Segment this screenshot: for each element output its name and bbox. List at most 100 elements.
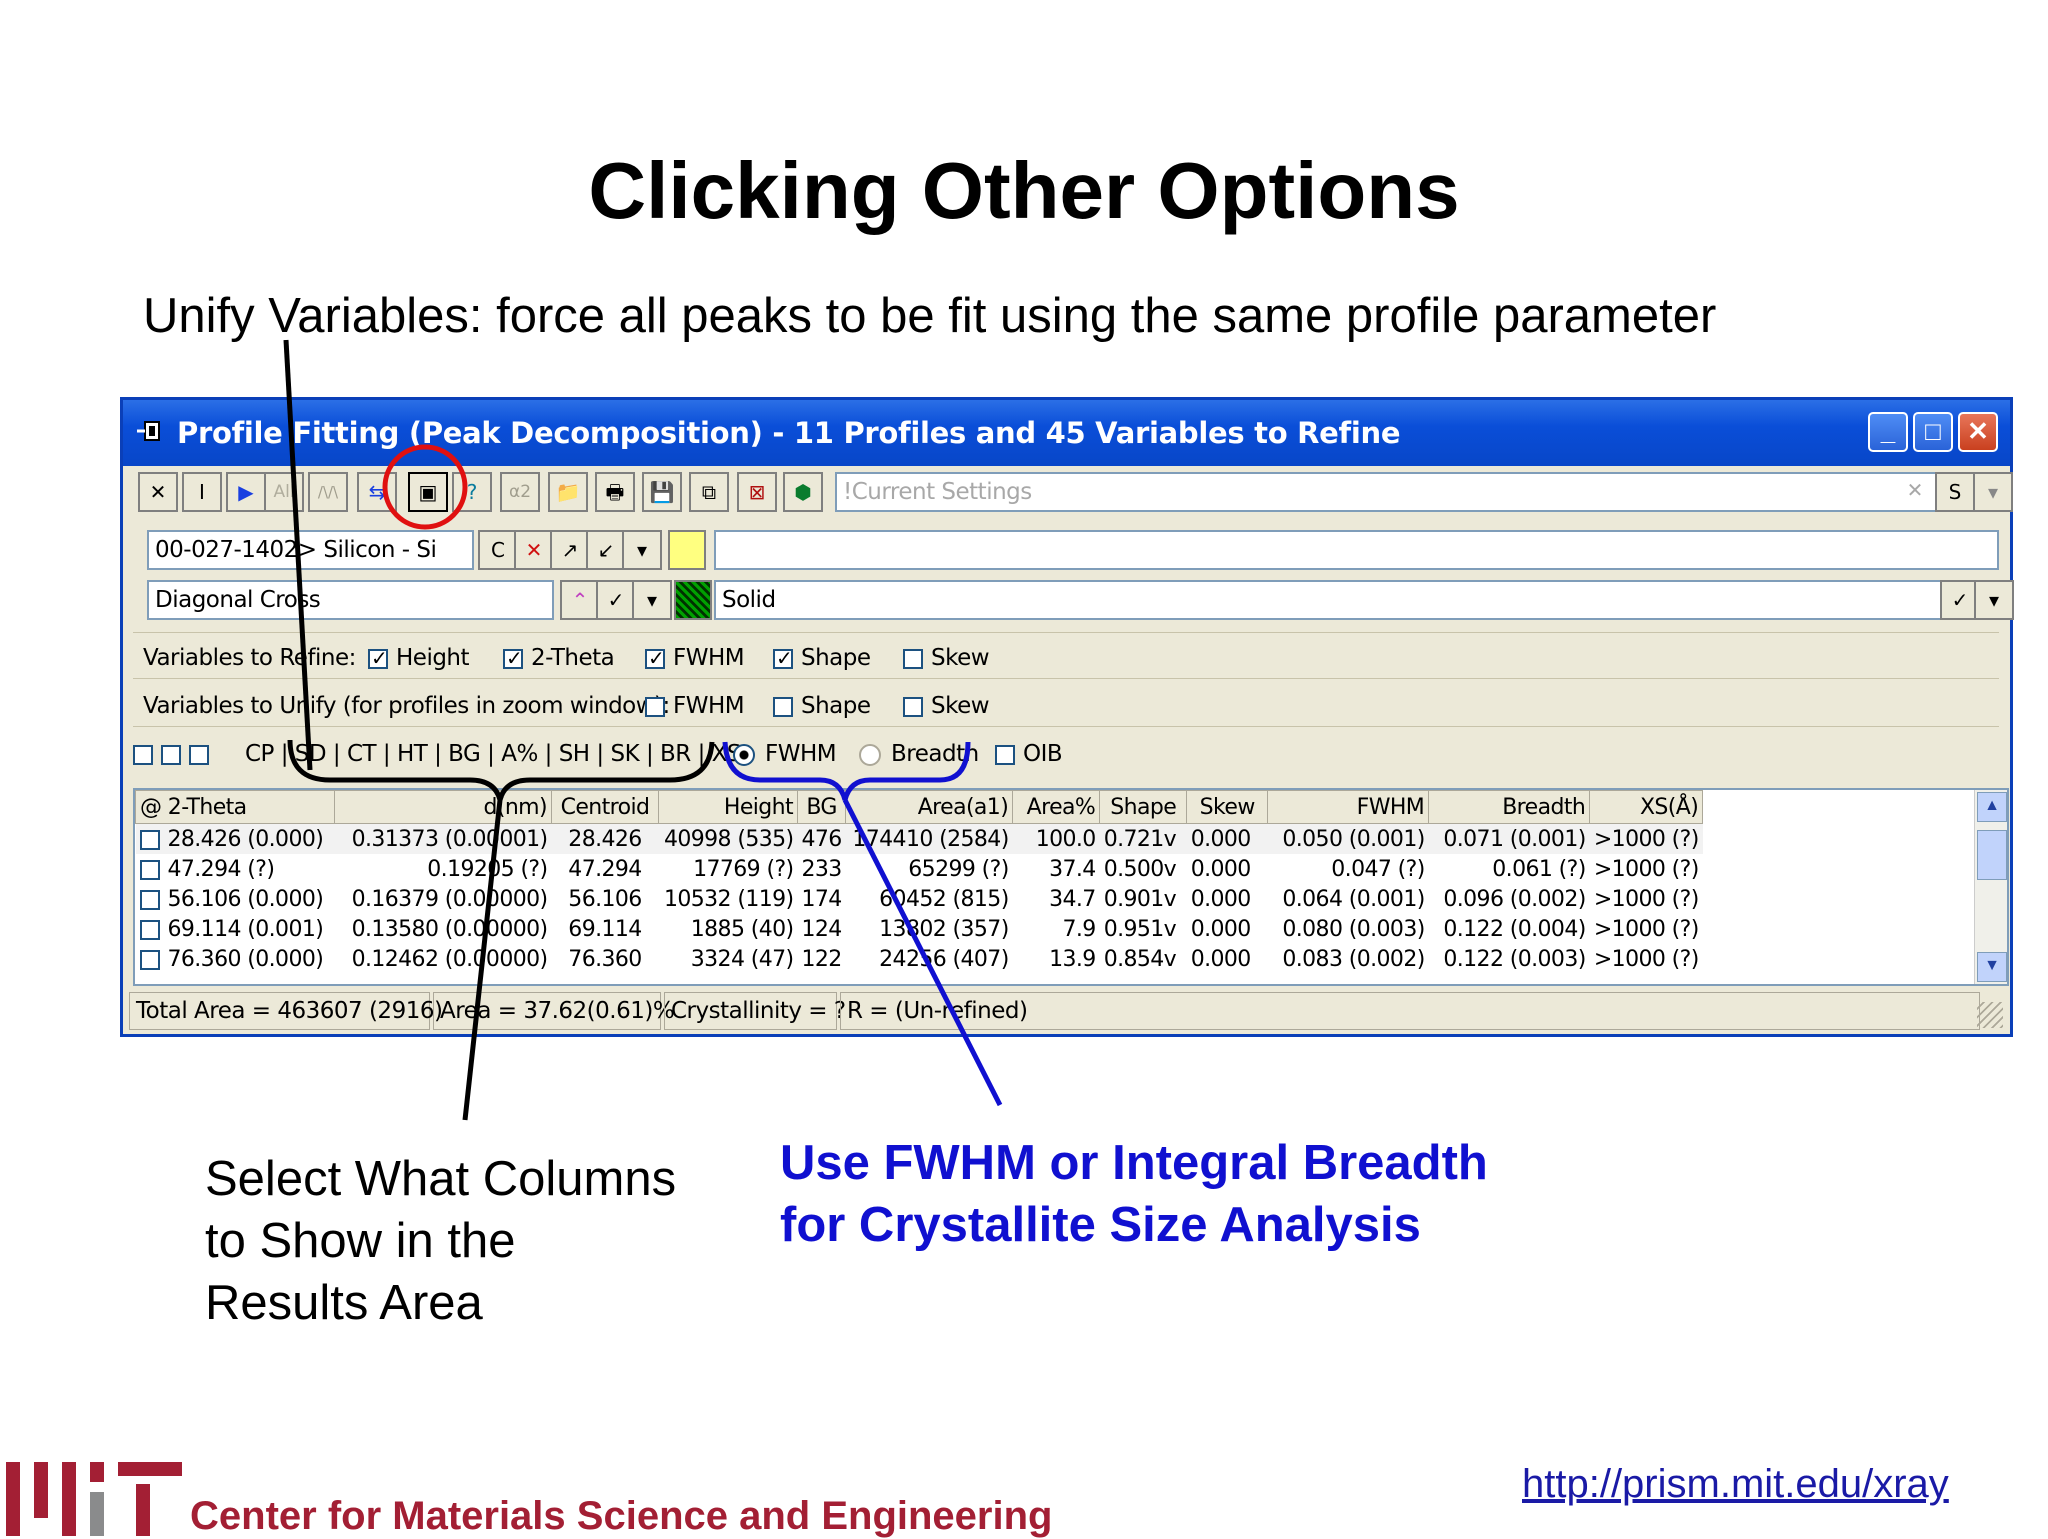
scroll-down-icon[interactable]: ▼ [1977,952,2007,982]
col-xs-header[interactable]: XS(Å) [1589,790,1704,824]
settings-input[interactable]: !Current Settings [835,472,1950,512]
row-checkbox[interactable] [139,859,160,880]
refine-shape[interactable]: Shape [773,645,871,671]
oib-checkbox[interactable] [995,744,1015,765]
clear-button[interactable]: ✕ [138,472,178,512]
col-fwhm-header[interactable]: FWHM [1267,790,1430,824]
phase-select[interactable]: 00-027-1402> Silicon - Si [147,530,474,570]
settings-clear-icon[interactable]: ✕ [1895,472,1935,512]
refine-fwhm[interactable]: FWHM [645,645,745,671]
unify-fwhm[interactable]: FWHM [645,693,745,719]
table-cell: >1000 (?) [1593,946,1699,972]
column-toggles[interactable] [133,741,217,767]
results-scrollbar[interactable]: ▲ ▼ [1974,790,2007,984]
refine-shape-checkbox[interactable] [773,646,793,670]
play-icon[interactable]: ▶ [226,472,266,512]
phase-info-field[interactable] [714,530,1999,570]
unify-shape[interactable]: Shape [773,693,871,719]
row-checkbox[interactable] [139,949,160,970]
status-total-area: Total Area = 463607 (2916) [129,992,443,1030]
row-checkbox[interactable] [139,829,160,850]
refine-skew[interactable]: Skew [903,645,990,671]
refine-skew-checkbox[interactable] [903,648,923,669]
unify-skew-checkbox[interactable] [903,696,923,717]
settings-dropdown[interactable]: ▾ [1973,472,2013,512]
pattern-swatch[interactable] [674,580,712,620]
table-cell: 47.294 (?) [136,854,335,884]
radio-unselected-icon[interactable] [859,743,881,766]
unify-skew[interactable]: Skew [903,693,990,719]
pattern-select[interactable]: Diagonal Cross [147,580,554,620]
resize-grip-icon[interactable] [1977,1002,2003,1028]
save-icon[interactable]: 💾 [642,472,682,512]
swap-icon[interactable]: ⇆ [357,472,397,512]
settings-save-button[interactable]: S [1935,472,1975,512]
line-style-select[interactable]: Solid [714,580,1944,620]
line-dropdown[interactable]: ▾ [1974,580,2014,620]
minimize-button[interactable]: _ [1868,412,1908,452]
column-toggle-3[interactable] [189,744,209,765]
column-options-icon[interactable]: ▣ [408,472,448,512]
col-centroid-header[interactable]: Centroid [551,790,659,824]
phase-c-button[interactable]: C [478,530,518,570]
col-bg-header[interactable]: BG [796,790,847,824]
refine-height-checkbox[interactable] [368,646,388,670]
table-cell: 233 [801,856,843,882]
table-row[interactable]: 76.360 (0.000) 0.12462 (0.00000) 76.360 332… [136,944,1703,974]
col-d-header[interactable]: d(nm) [334,790,552,824]
row-checkbox[interactable] [139,889,160,910]
column-toggle-1[interactable] [133,744,153,765]
table-cell: 60452 (815) [879,886,1009,912]
arrow-up-icon[interactable]: ↗ [550,530,590,570]
refine-2theta[interactable]: 2-Theta [503,645,615,671]
refine-height[interactable]: Height [368,645,470,671]
footer-link[interactable]: http://prism.mit.edu/xray [1522,1462,1949,1507]
refine-2theta-checkbox[interactable] [503,646,523,670]
col-area-pct-header[interactable]: Area% [1012,790,1101,824]
unify-shape-checkbox[interactable] [773,696,793,717]
column-codes[interactable]: CP | SD | CT | HT | BG | A% | SH | SK | … [245,741,749,767]
copy-icon[interactable]: ⧉ [689,472,729,512]
pattern-check-icon[interactable]: ✓ [596,580,636,620]
column-toggle-2[interactable] [161,744,181,765]
all-button[interactable]: All [264,472,304,512]
table-row[interactable]: 69.114 (0.001) 0.13580 (0.00000) 69.114 188… [136,914,1703,944]
xs-breadth-radio[interactable]: Breadth [859,741,979,767]
table-cell: 56.106 (0.000) [136,884,335,914]
pattern-dropdown[interactable]: ▾ [632,580,672,620]
col-2theta-header[interactable]: @ 2-Theta [135,790,335,824]
table-row[interactable]: 28.426 (0.000) 0.31373 (0.00001) 28.426 409… [135,823,1703,854]
delete-icon[interactable]: ⊠ [737,472,777,512]
table-row[interactable]: 56.106 (0.000) 0.16379 (0.00000) 56.106 105… [136,884,1703,914]
arrow-down-icon[interactable]: ↙ [586,530,626,570]
phase-remove-icon[interactable]: ✕ [514,530,554,570]
col-area-header[interactable]: Area(a1) [845,790,1014,824]
table-row[interactable]: 47.294 (?) 0.19205 (?) 47.294 17769 (?) 233 6… [136,854,1703,884]
scroll-thumb[interactable] [1977,830,2007,880]
row-checkbox[interactable] [139,919,160,940]
col-shape-header[interactable]: Shape [1099,790,1188,824]
peaks-icon[interactable]: /\/\ [308,472,348,512]
col-breadth-header[interactable]: Breadth [1428,790,1591,824]
folder-icon[interactable]: 📁 [548,472,588,512]
unify-fwhm-checkbox[interactable] [645,696,665,717]
scroll-up-icon[interactable]: ▲ [1977,792,2007,822]
pattern-up-icon[interactable]: ⌃ [560,580,600,620]
maximize-button[interactable]: □ [1913,412,1953,452]
help-icon[interactable]: ? [452,472,492,512]
alpha2-button[interactable]: α2 [500,472,540,512]
oib-option[interactable]: OIB [995,741,1063,767]
hex-icon[interactable]: ⬢ [783,472,823,512]
close-button[interactable]: ✕ [1958,412,1998,452]
refine-fwhm-checkbox[interactable] [645,646,665,670]
phase-color-swatch[interactable] [668,530,706,570]
col-height-header[interactable]: Height [658,790,798,824]
col-skew-header[interactable]: Skew [1186,790,1269,824]
window-titlebar[interactable]: Profile Fitting (Peak Decomposition) - 1… [123,400,2010,466]
results-area[interactable]: @ 2-Theta d(nm) Centroid Height BG Area(… [133,788,2009,986]
xs-fwhm-radio[interactable]: FWHM [733,741,837,767]
insert-button[interactable]: I [182,472,222,512]
phase-dropdown[interactable]: ▾ [622,530,662,570]
print-icon[interactable]: 🖶 [595,472,635,512]
radio-selected-icon[interactable] [733,743,755,766]
